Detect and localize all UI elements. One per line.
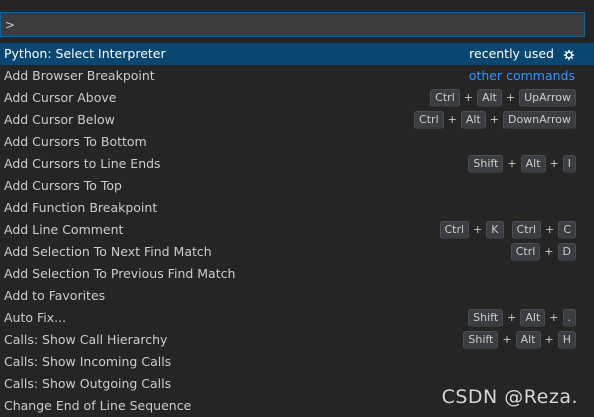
command-item[interactable]: Add Cursor Above Ctrl + Alt + UpArrow	[0, 87, 594, 109]
key-cap: Ctrl	[439, 221, 470, 239]
key-cap: DownArrow	[502, 111, 576, 129]
command-item[interactable]: Add to Favorites	[0, 285, 594, 307]
command-label: Add Cursor Above	[4, 90, 117, 105]
command-item-selected[interactable]: Python: Select Interpreter recently used	[0, 43, 594, 65]
key-cap: Alt	[476, 89, 502, 107]
key-cap: Ctrl	[511, 221, 542, 239]
command-label: Add Cursors to Line Ends	[4, 156, 161, 171]
keybinding: Ctrl + Alt + DownArrow	[414, 109, 576, 131]
keybinding: Ctrl + Alt + UpArrow	[430, 87, 576, 109]
command-item[interactable]: Calls: Show Call Hierarchy Shift + Alt + H	[0, 329, 594, 351]
command-item[interactable]: Add Function Breakpoint	[0, 197, 594, 219]
command-palette: Python: Select Interpreter recently used…	[0, 0, 594, 416]
key-cap: Shift	[463, 331, 499, 349]
command-label: Auto Fix...	[4, 310, 67, 325]
command-label: Calls: Show Outgoing Calls	[4, 376, 172, 391]
key-cap: C	[558, 221, 576, 239]
keybinding: Ctrl + K Ctrl + C	[439, 219, 576, 241]
key-separator: +	[544, 245, 554, 258]
command-meta: Shift + Alt + H	[463, 329, 576, 351]
keybinding: Shift + Alt + H	[463, 329, 576, 351]
key-separator: +	[463, 91, 473, 104]
command-label: Add to Favorites	[4, 288, 106, 303]
key-cap: H	[557, 331, 576, 349]
command-list: Python: Select Interpreter recently used…	[0, 43, 594, 417]
command-meta: Shift + Alt +.	[468, 307, 576, 329]
command-label: Calls: Show Incoming Calls	[4, 354, 172, 369]
key-separator: +	[507, 311, 517, 324]
other-commands-link[interactable]: other commands	[469, 65, 575, 87]
command-meta: Ctrl + D	[510, 241, 576, 263]
command-meta: Shift + Alt + I	[468, 153, 576, 175]
command-label: Add Selection To Previous Find Match	[4, 266, 236, 281]
key-separator: +	[544, 333, 554, 346]
command-label: Change End of Line Sequence	[4, 398, 192, 413]
command-meta: Ctrl + K Ctrl + C	[439, 219, 576, 241]
key-cap: Shift	[468, 309, 504, 327]
command-item[interactable]: Auto Fix... Shift + Alt +.	[0, 307, 594, 329]
keybinding: Shift + Alt +.	[468, 307, 576, 329]
key-separator: +	[549, 311, 559, 324]
command-label: Python: Select Interpreter	[4, 46, 166, 61]
key-cap: D	[557, 243, 576, 261]
gear-icon[interactable]	[562, 47, 576, 61]
command-meta: Ctrl + Alt + DownArrow	[414, 109, 576, 131]
key-cap: Shift	[468, 155, 504, 173]
command-meta: other commands	[469, 65, 575, 87]
key-separator: +	[473, 223, 483, 236]
command-label: Add Selection To Next Find Match	[4, 244, 212, 259]
key-separator: +	[545, 223, 555, 236]
watermark: CSDN @Reza.	[441, 386, 578, 408]
command-meta: recently used	[469, 43, 576, 65]
key-cap: Ctrl	[510, 243, 541, 261]
key-cap: .	[562, 309, 576, 327]
command-item[interactable]: Add Browser Breakpoint other commands	[0, 65, 594, 87]
command-item[interactable]: Add Line Comment Ctrl + K Ctrl + C	[0, 219, 594, 241]
command-item[interactable]: Add Cursor Below Ctrl + Alt + DownArrow	[0, 109, 594, 131]
command-item[interactable]: Add Cursors to Line Ends Shift + Alt + I	[0, 153, 594, 175]
key-separator: +	[549, 157, 559, 170]
key-separator: +	[447, 113, 457, 126]
key-cap: Alt	[460, 111, 486, 129]
key-cap: K	[486, 221, 504, 239]
command-meta: Ctrl + Alt + UpArrow	[430, 87, 576, 109]
key-cap: Alt	[515, 331, 541, 349]
command-item[interactable]: Calls: Show Incoming Calls	[0, 351, 594, 373]
command-label: Calls: Show Call Hierarchy	[4, 332, 168, 347]
command-input[interactable]	[5, 17, 575, 33]
keybinding: Ctrl + D	[510, 241, 576, 263]
key-cap: Alt	[520, 155, 546, 173]
recently-used-label: recently used	[469, 46, 554, 61]
command-label: Add Cursors To Bottom	[4, 134, 147, 149]
command-label: Add Cursor Below	[4, 112, 115, 127]
command-input-box	[0, 12, 585, 37]
command-item[interactable]: Add Selection To Previous Find Match	[0, 263, 594, 285]
keybinding: Shift + Alt + I	[468, 153, 576, 175]
command-label: Add Browser Breakpoint	[4, 68, 155, 83]
key-cap: Alt	[520, 309, 546, 327]
command-label: Add Cursors To Top	[4, 178, 122, 193]
key-separator: +	[507, 157, 517, 170]
key-separator: +	[505, 91, 516, 104]
command-item[interactable]: Add Cursors To Bottom	[0, 131, 594, 153]
command-item[interactable]: Add Selection To Next Find Match Ctrl + D	[0, 241, 594, 263]
key-cap: I	[562, 155, 576, 173]
command-label: Add Line Comment	[4, 222, 124, 237]
key-cap: UpArrow	[519, 89, 576, 107]
key-cap: Ctrl	[430, 89, 460, 107]
command-label: Add Function Breakpoint	[4, 200, 158, 215]
key-cap: Ctrl	[414, 111, 444, 129]
command-item[interactable]: Add Cursors To Top	[0, 175, 594, 197]
key-separator: +	[502, 333, 512, 346]
key-separator: +	[489, 113, 499, 126]
